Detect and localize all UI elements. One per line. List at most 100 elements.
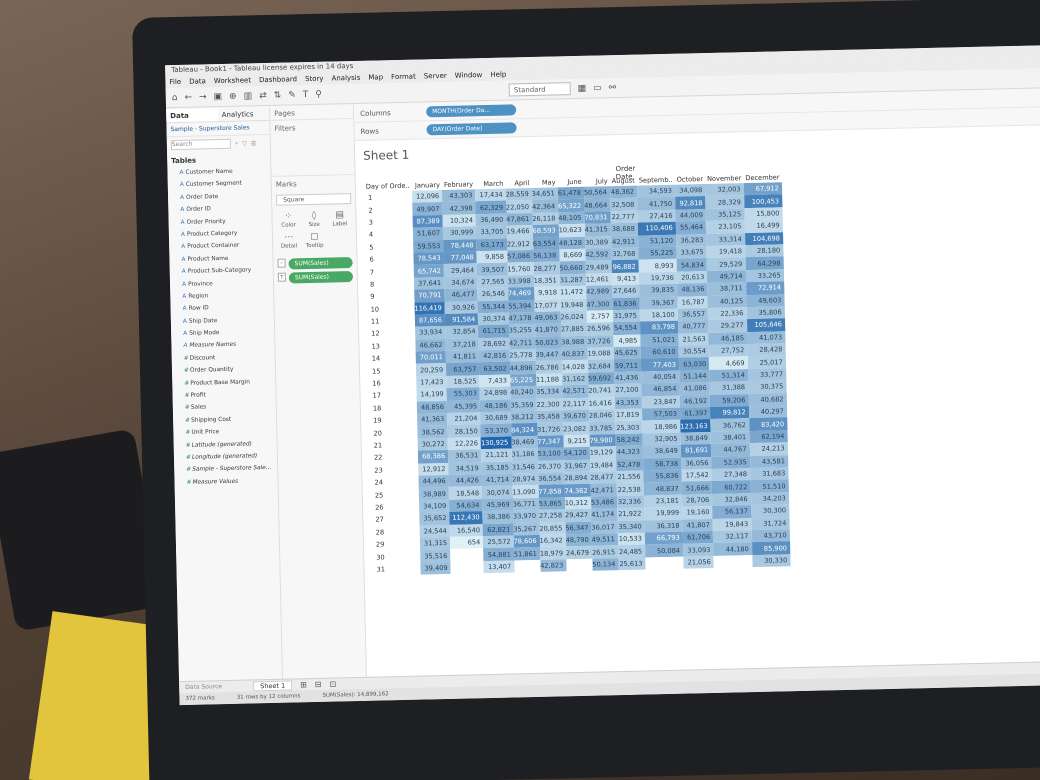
heat-cell[interactable]: 41,811 <box>445 350 480 364</box>
heat-cell[interactable]: 22,336 <box>707 307 747 321</box>
heat-cell[interactable]: 38,988 <box>561 335 588 349</box>
heat-cell[interactable]: 18,548 <box>448 486 483 500</box>
heat-cell[interactable]: 21,922 <box>617 507 645 521</box>
heat-cell[interactable]: 42,816 <box>478 349 510 363</box>
datasource-tab[interactable]: Data Source <box>185 683 245 691</box>
heat-cell[interactable]: 59,711 <box>613 359 642 373</box>
heat-cell[interactable]: 44,767 <box>711 443 750 457</box>
heat-cell[interactable]: 49,511 <box>591 533 618 547</box>
heat-cell[interactable]: 32,768 <box>611 247 639 261</box>
heat-cell[interactable]: 62,329 <box>475 200 507 215</box>
heat-cell[interactable]: 57,086 <box>506 249 534 263</box>
heat-cell[interactable]: 42,989 <box>586 285 613 299</box>
heat-cell[interactable]: 16,342 <box>539 534 566 548</box>
heat-cell[interactable]: 27,646 <box>612 284 640 298</box>
heat-cell[interactable]: 45,625 <box>613 346 641 360</box>
color-sales-pill[interactable]: SUM(Sales) <box>288 257 353 270</box>
heat-cell[interactable]: 74,469 <box>507 287 535 301</box>
heat-cell[interactable]: 60,722 <box>711 480 751 494</box>
heat-cell[interactable]: 10,324 <box>442 214 477 228</box>
heat-cell[interactable]: 51,861 <box>513 547 541 561</box>
search-icon[interactable]: ⌕ <box>235 140 239 148</box>
heat-cell[interactable]: 63,030 <box>678 357 710 371</box>
heat-cell[interactable]: 27,752 <box>708 344 748 358</box>
color-button[interactable]: ⁘ Color <box>276 211 300 229</box>
heat-cell[interactable]: 84,324 <box>510 423 538 437</box>
heat-cell[interactable]: 48,128 <box>558 236 586 250</box>
heat-cell[interactable]: 33,093 <box>682 543 714 557</box>
heat-cell[interactable]: 38,469 <box>511 435 538 449</box>
heat-cell[interactable]: 27,885 <box>560 323 588 337</box>
heat-cell[interactable]: 44,323 <box>615 445 644 459</box>
filter-icon[interactable]: ▽ <box>242 140 247 147</box>
heat-cell[interactable]: 54,881 <box>483 547 514 561</box>
heat-cell[interactable]: 44,180 <box>713 542 752 556</box>
heat-cell[interactable]: 42,571 <box>562 384 589 398</box>
swap-icon[interactable]: ⇄ <box>259 90 267 100</box>
heat-cell[interactable]: 53,370 <box>480 423 512 438</box>
menu-item-dashboard[interactable]: Dashboard <box>259 75 297 84</box>
menu-item-story[interactable]: Story <box>305 75 324 83</box>
menu-item-file[interactable]: File <box>169 78 181 86</box>
heat-cell[interactable]: 37,726 <box>587 334 614 348</box>
heat-cell[interactable]: 35,125 <box>705 207 745 222</box>
heat-cell[interactable]: 33,675 <box>676 245 707 260</box>
sort-icon[interactable]: ⇅ <box>274 90 282 100</box>
share-icon[interactable]: ⚯ <box>609 83 617 93</box>
new-sheet-icon[interactable]: ⊞ <box>300 680 307 689</box>
heat-cell[interactable]: 26,596 <box>586 322 614 336</box>
heat-cell[interactable]: 30,999 <box>442 226 477 240</box>
heat-cell[interactable]: 51,666 <box>681 481 713 495</box>
heat-cell[interactable]: 31,683 <box>749 467 789 481</box>
heat-cell[interactable]: 26,118 <box>532 212 559 226</box>
heat-cell[interactable]: 35,516 <box>419 549 451 563</box>
heat-cell[interactable]: 85,900 <box>751 541 791 555</box>
heat-cell[interactable]: 64,298 <box>745 256 784 270</box>
pin-icon[interactable]: ⚲ <box>315 89 322 99</box>
heat-cell[interactable]: 42,911 <box>610 235 639 249</box>
heat-cell[interactable]: 43,581 <box>749 454 789 469</box>
heat-cell[interactable]: 40,054 <box>641 370 680 384</box>
heat-cell[interactable]: 65,742 <box>413 264 445 278</box>
heat-cell[interactable]: 30,389 <box>584 235 612 249</box>
heat-cell[interactable]: 13,090 <box>512 485 539 499</box>
heat-cell[interactable]: 79,980 <box>589 433 616 447</box>
heat-cell[interactable]: 34,109 <box>418 499 450 513</box>
heat-cell[interactable]: 96,882 <box>611 259 639 273</box>
heat-cell[interactable]: 8,993 <box>638 259 677 273</box>
menu-item-data[interactable]: Data <box>189 77 206 85</box>
heat-cell[interactable]: 25,303 <box>615 420 643 434</box>
menu-item-help[interactable]: Help <box>490 71 506 79</box>
heat-cell[interactable]: 40,125 <box>707 294 747 308</box>
heat-cell[interactable]: 33,705 <box>476 225 507 239</box>
heat-cell[interactable]: 28,706 <box>681 493 713 507</box>
heat-cell[interactable]: 38,849 <box>680 431 712 445</box>
field-item[interactable]: #Sample - Superstore Sale... <box>174 462 277 477</box>
heat-cell[interactable]: 19,418 <box>706 245 746 259</box>
heat-cell[interactable]: 35,652 <box>419 512 450 526</box>
heat-cell[interactable]: 63,173 <box>476 238 507 252</box>
heat-cell[interactable]: 41,073 <box>746 330 786 345</box>
heat-cell[interactable]: 56,138 <box>533 249 560 263</box>
heat-cell[interactable]: 28,277 <box>533 261 560 275</box>
heat-cell[interactable]: 55,344 <box>477 300 509 314</box>
menu-item-worksheet[interactable]: Worksheet <box>214 76 251 85</box>
heat-cell[interactable]: 44,009 <box>675 208 706 222</box>
heat-cell[interactable]: 14,199 <box>416 388 447 402</box>
heat-cell[interactable]: 23,847 <box>641 395 680 409</box>
heat-cell[interactable]: 17,542 <box>681 468 712 483</box>
heat-cell[interactable]: 32,854 <box>445 325 479 339</box>
heat-cell[interactable]: 30,330 <box>751 553 791 568</box>
heat-cell[interactable]: 50,134 <box>592 557 619 571</box>
heat-cell[interactable]: 39,835 <box>639 283 678 298</box>
heat-cell[interactable]: 40,297 <box>748 405 787 419</box>
heat-cell[interactable]: 35,359 <box>510 398 537 412</box>
save-icon[interactable]: ▣ <box>214 91 223 101</box>
heat-cell[interactable]: 29,277 <box>708 319 747 333</box>
heat-cell[interactable]: 19,948 <box>560 298 587 312</box>
heat-cell[interactable]: 21,563 <box>678 332 709 346</box>
menu-item-analysis[interactable]: Analysis <box>331 74 360 83</box>
heat-cell[interactable]: 77,347 <box>537 435 564 449</box>
heat-cell[interactable]: 12,096 <box>411 190 443 204</box>
heat-cell[interactable]: 51,510 <box>750 479 789 493</box>
